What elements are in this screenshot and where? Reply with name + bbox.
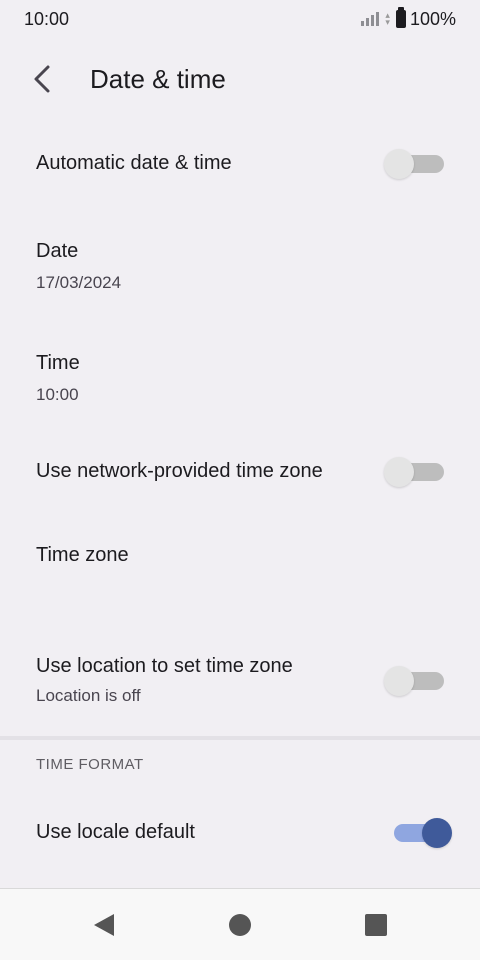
data-activity-icon: ▴ ▾ [385, 10, 390, 27]
status-time: 10:00 [24, 8, 70, 29]
locale-default-row[interactable]: Use locale default [0, 800, 480, 864]
locale-default-switch[interactable] [394, 817, 454, 848]
time-format-header: TIME FORMAT [36, 756, 144, 773]
signal-icon [361, 12, 380, 26]
page-title: Date & time [90, 63, 226, 94]
time-zone-row[interactable]: Time zone [0, 524, 480, 586]
time-zone-label: Time zone [36, 543, 129, 566]
date-value: 17/03/2024 [36, 272, 122, 292]
battery-percent: 100% [409, 8, 456, 29]
locale-default-label: Use locale default [36, 820, 195, 843]
back-button[interactable] [14, 51, 70, 107]
location-time-zone-summary: Location is off [36, 685, 141, 705]
section-divider [0, 736, 480, 740]
app-bar: Date & time [0, 48, 480, 110]
location-time-zone-row[interactable]: Use location to set time zone Location i… [0, 644, 480, 716]
date-label: Date [36, 239, 79, 262]
nav-home-button[interactable] [220, 905, 260, 945]
automatic-date-time-row[interactable]: Automatic date & time [0, 132, 480, 194]
network-time-zone-switch[interactable] [384, 456, 444, 487]
time-value: 10:00 [36, 384, 79, 404]
automatic-date-time-switch[interactable] [384, 148, 444, 179]
network-time-zone-label: Use network-provided time zone [36, 459, 323, 482]
time-label: Time [36, 351, 80, 374]
automatic-date-time-label: Automatic date & time [36, 151, 232, 174]
battery-icon [395, 7, 406, 28]
date-row[interactable]: Date 17/03/2024 [0, 226, 480, 306]
nav-back-button[interactable] [84, 905, 124, 945]
location-time-zone-label: Use location to set time zone [36, 654, 293, 677]
back-arrow-icon [34, 65, 50, 93]
status-icons: ▴ ▾ 100% [361, 7, 456, 30]
network-time-zone-row[interactable]: Use network-provided time zone [0, 440, 480, 502]
status-bar: 10:00 ▴ ▾ 100% [0, 0, 480, 38]
location-time-zone-switch[interactable] [384, 665, 444, 696]
time-row[interactable]: Time 10:00 [0, 338, 480, 418]
nav-back-icon [94, 913, 114, 936]
navigation-bar [0, 888, 480, 960]
nav-home-icon [229, 913, 251, 936]
nav-recents-button[interactable] [356, 905, 396, 945]
nav-recents-icon [365, 913, 387, 936]
